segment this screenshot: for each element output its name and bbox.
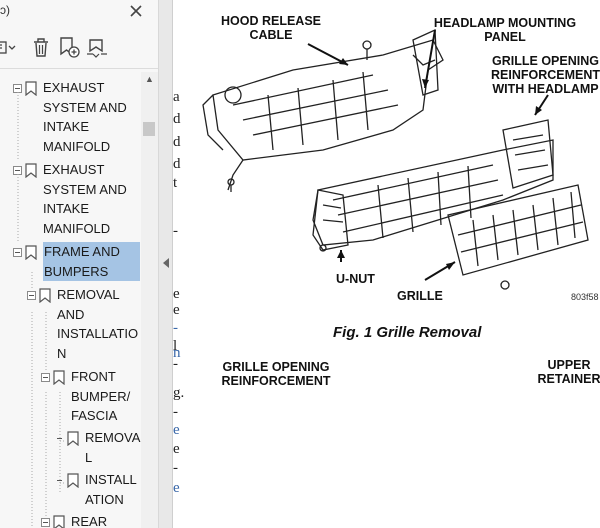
- figure-code: 803f58: [571, 292, 599, 302]
- callout-grille-opening-reinforcement-2: GRILLE OPENING REINFORCEMENT: [221, 360, 331, 388]
- expand-bookmark-icon: [87, 39, 107, 58]
- tree-lines: [17, 92, 66, 528]
- panel-title: ѕɔ): [0, 3, 10, 17]
- bookmarks-panel: ѕɔ): [0, 0, 159, 528]
- new-bookmark-button[interactable]: [56, 34, 82, 60]
- document-page: a d d d t - e e - l n - g. - e e - e HOO…: [173, 0, 600, 528]
- close-panel-button[interactable]: [126, 2, 146, 22]
- text-fragment: e: [173, 480, 180, 496]
- close-icon: [130, 5, 142, 17]
- expand-bookmark-button[interactable]: [84, 34, 110, 60]
- add-bookmark-icon: [60, 37, 80, 58]
- grille-removal-illustration: [202, 29, 589, 290]
- panel-splitter[interactable]: [159, 0, 173, 528]
- callout-u-nut: U-NUT: [336, 272, 375, 286]
- options-menu-icon: [0, 41, 16, 54]
- bookmark-tree: EXHAUST SYSTEM AND INTAKE MANIFOLD EXHAU…: [0, 72, 141, 528]
- text-fragment: g.: [173, 385, 185, 401]
- scrollbar-thumb[interactable]: [143, 122, 155, 136]
- callout-hood-release-cable: HOOD RELEASE CABLE: [220, 14, 321, 42]
- bookmark-scrollbar[interactable]: ▲: [141, 72, 158, 528]
- bookmarks-toolbar: [0, 30, 158, 62]
- delete-bookmark-button[interactable]: [28, 34, 54, 60]
- text-fragment: -: [173, 404, 178, 420]
- collapse-panel-arrow-icon[interactable]: [163, 258, 169, 268]
- callout-upper-retainer: UPPER RETAINER: [537, 358, 600, 386]
- text-fragment: -: [173, 460, 178, 476]
- text-fragment: e: [173, 441, 180, 457]
- text-fragment: -: [173, 356, 178, 372]
- callout-grille: GRILLE: [397, 289, 443, 303]
- scroll-up-arrow-icon[interactable]: ▲: [145, 74, 154, 84]
- figure-caption: Fig. 1 Grille Removal: [333, 324, 482, 341]
- callout-grille-opening-reinforcement: GRILLE OPENING REINFORCEMENT WITH HEADLA…: [491, 54, 600, 96]
- toolbar-divider: [0, 68, 158, 69]
- text-fragment: -: [173, 320, 178, 336]
- options-menu-button[interactable]: [0, 34, 18, 60]
- trash-icon: [34, 38, 48, 57]
- text-fragment: e: [173, 422, 180, 438]
- panel-header: ѕɔ): [0, 0, 158, 28]
- callout-headlamp-mounting-panel: HEADLAMP MOUNTING PANEL: [433, 16, 577, 44]
